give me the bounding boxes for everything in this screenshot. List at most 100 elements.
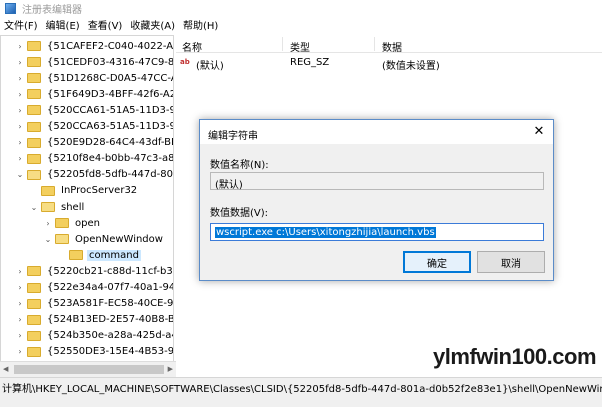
chevron-down-icon[interactable]: ⌄ [43,235,53,244]
tree-node-label: {520CCA61-51A5-11D3-9 [47,104,174,116]
scroll-left-arrow-icon[interactable]: ◀ [3,365,8,373]
tree-horizontal-scrollbar[interactable]: ◀ ▶ [0,361,176,377]
folder-icon [41,185,55,196]
column-header-data[interactable]: 数据 [382,39,402,54]
tree-node-label: {52550DE3-15E4-4B53-96 [47,346,174,358]
cancel-button[interactable]: 取消 [477,251,545,273]
menu-favorites[interactable]: 收藏夹(A) [126,17,179,32]
tree-node[interactable]: InProcServer32 [29,183,139,199]
chevron-right-icon[interactable]: › [15,331,25,340]
folder-icon [27,41,41,51]
folder-icon [27,89,41,100]
folder-icon [27,73,41,84]
tree-node-label: {523A581F-EC58-40CE-99 [47,298,174,310]
registry-path: 计算机\HKEY_LOCAL_MACHINE\SOFTWARE\Classes\… [2,384,602,395]
scrollbar-thumb[interactable] [14,365,164,374]
tree-node[interactable]: › {524b350e-a28a-425d-a4 [15,328,173,344]
chevron-right-icon[interactable]: › [15,74,25,83]
scroll-right-arrow-icon[interactable]: ▶ [168,365,173,373]
tree-node[interactable]: › {520E9D28-64C4-43df-BE [15,135,174,151]
tree-node[interactable]: ⌄ OpenNewWindow [43,231,165,247]
folder-icon [55,234,69,245]
menu-view[interactable]: 查看(V) [84,17,127,32]
column-header-type[interactable]: 类型 [290,39,310,54]
chevron-down-icon[interactable]: ⌄ [29,203,39,212]
tree-node[interactable]: › {520CCA63-51A5-11D3-9 [15,119,173,135]
window-title: 注册表编辑器 [22,4,82,16]
chevron-right-icon[interactable]: › [15,299,25,308]
chevron-right-icon[interactable]: › [15,122,25,131]
column-divider[interactable] [282,37,283,51]
tree-node[interactable]: ⌄ {52205fd8-5dfb-447d-801 [15,167,174,183]
menu-help[interactable]: 帮助(H) [179,17,222,32]
chevron-right-icon[interactable]: › [15,42,25,51]
tree-node[interactable]: › {51CEDF03-4316-47C9-81 [15,54,173,70]
tree-node[interactable]: › {52550DE3-15E4-4B53-96 [15,344,174,360]
menu-bar: 文件(F) 编辑(E) 查看(V) 收藏夹(A) 帮助(H) [0,16,602,33]
tree-node[interactable]: › {523A581F-EC58-40CE-99 [15,296,174,312]
list-header: 名称 类型 数据 [176,35,602,54]
chevron-down-icon[interactable]: ⌄ [15,170,25,179]
tree-node[interactable]: › {51F649D3-4BFF-42f6-A25 [15,86,174,102]
tree-node[interactable]: › {524B13ED-2E57-40B8-B8 [15,312,174,328]
chevron-right-icon[interactable]: › [15,315,25,324]
tree-node[interactable]: ⌄ shell [29,199,86,215]
tree-node[interactable]: › {5210f8e4-b0bb-47c3-a8 [15,151,173,167]
folder-icon [55,218,69,229]
folder-icon [27,314,41,325]
title-bar: 注册表编辑器 [0,0,602,16]
chevron-right-icon[interactable]: › [15,154,25,163]
tree-node[interactable]: › {520CCA61-51A5-11D3-9 [15,102,174,118]
tree-node-label: shell [61,201,85,213]
chevron-right-icon[interactable]: › [15,347,25,356]
tree-node[interactable]: › {51CAFEF2-C040-4022-A1 [15,38,173,54]
value-data-label: 数值数据(V): [210,208,269,219]
value-name: (默认) [196,61,224,72]
tree-node-label: {5220cb21-c88d-11cf-b34 [47,265,174,277]
chevron-right-icon[interactable]: › [15,58,25,67]
value-data-text[interactable]: wscript.exe c:\Users\xitongzhijia\launch… [215,227,436,238]
column-header-name[interactable]: 名称 [182,39,202,54]
tree-node[interactable]: › {51D1268C-D0A5-47CC-A [15,70,174,86]
chevron-right-icon[interactable]: › [15,267,25,276]
chevron-right-icon[interactable]: › [43,219,53,228]
dialog-title-bar: 编辑字符串 ✕ [200,120,553,144]
string-value-icon: ab [180,58,190,66]
chevron-right-icon[interactable]: › [15,90,25,99]
folder-icon [27,169,41,180]
chevron-right-icon[interactable]: › [15,138,25,147]
folder-icon [27,57,41,68]
status-bar: 计算机\HKEY_LOCAL_MACHINE\SOFTWARE\Classes\… [0,377,602,407]
value-data-input[interactable]: wscript.exe c:\Users\xitongzhijia\launch… [210,223,544,241]
menu-file[interactable]: 文件(F) [0,17,42,32]
chevron-right-icon[interactable]: › [15,106,25,115]
menu-edit[interactable]: 编辑(E) [42,17,84,32]
folder-icon [27,346,41,357]
list-item[interactable]: ab (默认) REG_SZ (数值未设置) [176,55,602,72]
tree-node-label: {522e34a4-07f7-40a1-94c [47,282,174,293]
value-name-field: (默认) [210,172,544,191]
tree-node-label: {52205fd8-5dfb-447d-801 [47,169,174,181]
tree-node-label: {520E9D28-64C4-43df-BE [47,137,174,149]
folder-icon [27,105,41,116]
folder-icon [27,137,41,148]
tree-node[interactable]: › {522e34a4-07f7-40a1-94c [15,280,174,296]
chevron-right-icon[interactable]: › [15,283,25,292]
registry-tree[interactable]: › {51CAFEF2-C040-4022-A1 › {51CEDF03-4316-4… [0,35,174,377]
folder-icon [27,266,41,277]
value-name-text: (默认) [215,180,243,191]
dialog-title: 编辑字符串 [208,131,258,142]
tree-node-label: {524B13ED-2E57-40B8-B8 [47,314,174,326]
folder-icon [27,298,41,309]
edit-string-dialog: 编辑字符串 ✕ 数值名称(N): (默认) 数值数据(V): wscript.e… [199,119,554,281]
column-divider[interactable] [374,37,375,51]
tree-node-label: InProcServer32 [61,185,138,197]
close-icon[interactable]: ✕ [531,124,547,140]
tree-node[interactable]: › open [43,215,102,231]
ok-button[interactable]: 确定 [403,251,471,273]
folder-icon [69,250,83,261]
tree-node-label: {51D1268C-D0A5-47CC-A [47,72,174,84]
tree-node[interactable]: › {5220cb21-c88d-11cf-b34 [15,263,174,279]
tree-node-label: {51F649D3-4BFF-42f6-A25 [47,88,174,100]
tree-node[interactable]: command [57,247,141,263]
